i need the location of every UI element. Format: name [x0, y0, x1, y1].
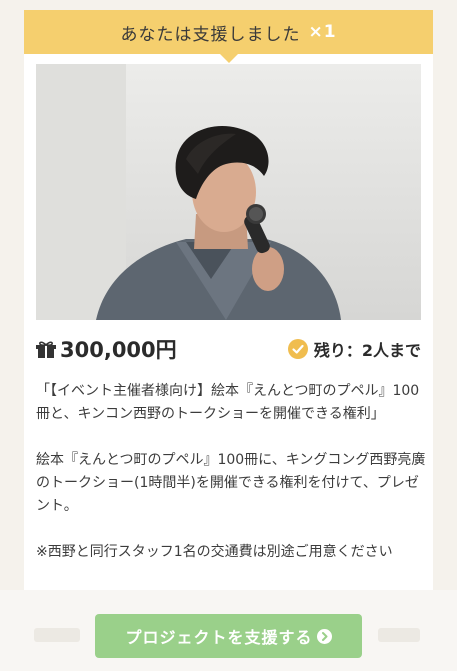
footer-ghost-text	[378, 628, 420, 642]
reward-price: 300,000円	[36, 334, 177, 364]
supported-banner-text: あなたは支援しました	[120, 24, 301, 45]
reward-title-paragraph: 「【イベント主催者様向け】絵本『えんとつ町のプペル』100冊と、キンコン西野のト…	[36, 383, 420, 422]
support-project-button[interactable]: プロジェクトを支援する	[95, 614, 362, 658]
gift-icon	[36, 340, 56, 358]
reward-description: 「【イベント主催者様向け】絵本『えんとつ町のプペル』100冊と、キンコン西野のト…	[36, 380, 426, 587]
reward-note-paragraph: ※西野と同行スタッフ1名の交通費は別途ご用意ください	[36, 544, 393, 560]
supported-count: ×1	[308, 22, 337, 42]
remaining-slots: 残り：2人まで	[287, 337, 421, 361]
reward-photo	[36, 64, 421, 320]
supported-banner: あなたは支援しました ×1	[24, 10, 433, 63]
reward-detail-paragraph: 絵本『えんとつ町のプペル』100冊に、キングコング西野亮廣のトークショー(1時間…	[36, 452, 426, 514]
reward-summary-row: 300,000円 残り：2人まで	[36, 334, 421, 364]
speaker-photo-illustration	[36, 64, 421, 320]
support-project-label: プロジェクトを支援する	[125, 628, 313, 647]
reward-price-value: 300,000円	[60, 338, 177, 362]
footer-ghost-text	[34, 628, 80, 642]
remaining-slots-text: 残り：2人まで	[313, 341, 421, 360]
chevron-right-circle-icon	[316, 628, 332, 644]
reward-card: あなたは支援しました ×1 300,000円 残り：2人まで 「【イベント主催者…	[24, 10, 433, 671]
check-circle-icon	[287, 339, 308, 359]
banner-notch	[218, 53, 239, 63]
